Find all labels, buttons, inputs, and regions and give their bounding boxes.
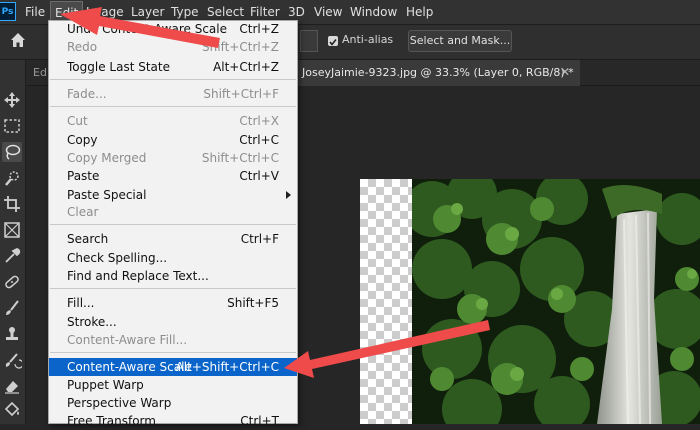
menu-separator (50, 352, 296, 353)
quick-select-icon[interactable] (2, 168, 22, 188)
healing-icon[interactable] (2, 272, 22, 292)
home-icon[interactable] (8, 30, 28, 50)
menu-item-label: Search (67, 232, 109, 246)
photoshop-logo-icon: Ps (0, 2, 16, 21)
menu-item-label: Cut (67, 114, 88, 128)
move-icon[interactable] (2, 90, 22, 110)
menu-item-label: Undo Content-Aware Scale (67, 22, 227, 36)
menu-item-label: Toggle Last State (67, 60, 170, 74)
menu-item-stroke[interactable]: Stroke... (49, 313, 297, 331)
document-tab-inactive[interactable]: Ed (33, 66, 47, 79)
menu-item-label: Free Transform (67, 414, 156, 428)
menu-item-label: Content-Aware Scale (67, 360, 192, 374)
menu-item-clear[interactable]: Clear (49, 203, 297, 221)
menu-file[interactable]: File (25, 0, 45, 24)
menu-item-label: Copy Merged (67, 151, 147, 165)
eyedropper-icon[interactable] (2, 246, 22, 266)
menu-item-shortcut: Ctrl+Z (239, 22, 279, 36)
menu-item-shortcut: Ctrl+V (239, 169, 279, 183)
tab-close-icon[interactable]: ✕ (560, 65, 570, 79)
menu-item-label: Fade... (67, 87, 107, 101)
forest-waterfall-photo (412, 179, 700, 424)
menu-item-shortcut: Shift+F5 (227, 296, 279, 310)
history-brush-icon[interactable] (2, 350, 22, 370)
menu-item-paste-special[interactable]: Paste Special (49, 186, 297, 204)
frame-icon[interactable] (2, 220, 22, 240)
submenu-arrow-icon (286, 191, 291, 199)
menu-item-free-transform[interactable]: Free Transform Ctrl+T (49, 412, 297, 430)
menu-item-label: Puppet Warp (67, 378, 144, 392)
lasso-icon[interactable] (2, 142, 22, 162)
brush-icon[interactable] (2, 298, 22, 318)
menu-item-copy[interactable]: Copy Ctrl+C (49, 131, 297, 149)
menu-item-label: Paste Special (67, 188, 147, 202)
menu-item-find-and-replace-text[interactable]: Find and Replace Text... (49, 267, 297, 285)
checkmark-icon (329, 39, 337, 46)
menu-item-label: Content-Aware Fill... (67, 333, 188, 347)
menu-item-fill[interactable]: Fill... Shift+F5 (49, 294, 297, 312)
menu-item-cut[interactable]: Cut Ctrl+X (49, 112, 297, 130)
menu-item-shortcut: Shift+Ctrl+F (203, 87, 279, 101)
menu-item-puppet-warp[interactable]: Puppet Warp (49, 376, 297, 394)
menu-separator (50, 106, 296, 107)
transparent-area (360, 179, 412, 424)
document-tab-title: JoseyJaimie-9323.jpg @ 33.3% (Layer 0, R… (302, 66, 574, 79)
menu-item-content-aware-fill[interactable]: Content-Aware Fill... (49, 331, 297, 349)
menu-item-shortcut: Ctrl+F (240, 232, 279, 246)
menu-view[interactable]: View (314, 0, 342, 24)
menu-item-label: Check Spelling... (67, 251, 168, 265)
menu-item-perspective-warp[interactable]: Perspective Warp (49, 394, 297, 412)
menu-item-label: Redo (67, 40, 98, 54)
menu-item-fade[interactable]: Fade... Shift+Ctrl+F (49, 85, 297, 103)
eraser-icon[interactable] (2, 376, 22, 396)
menu-item-label: Find and Replace Text... (67, 269, 209, 283)
crop-icon[interactable] (2, 194, 22, 214)
menu-item-shortcut: Shift+Ctrl+C (201, 151, 279, 165)
menu-item-undo-content-aware-scale[interactable]: Undo Content-Aware Scale Ctrl+Z (49, 20, 297, 38)
anti-alias-checkbox[interactable] (328, 36, 338, 46)
menu-separator (50, 79, 296, 80)
menu-item-shortcut: Alt+Shift+Ctrl+C (175, 360, 279, 374)
menu-item-shortcut: Ctrl+T (240, 414, 279, 428)
paint-bucket-icon[interactable] (2, 400, 22, 420)
menu-item-label: Copy (67, 133, 98, 147)
option-field[interactable] (300, 30, 318, 52)
marquee-icon[interactable] (2, 116, 22, 136)
menu-item-label: Paste (67, 169, 100, 183)
menu-item-shortcut: Alt+Ctrl+Z (213, 60, 279, 74)
menu-item-toggle-last-state[interactable]: Toggle Last State Alt+Ctrl+Z (49, 58, 297, 76)
menu-window[interactable]: Window (350, 0, 397, 24)
menu-item-paste[interactable]: Paste Ctrl+V (49, 167, 297, 185)
menu-separator (50, 224, 296, 225)
menu-item-copy-merged[interactable]: Copy Merged Shift+Ctrl+C (49, 149, 297, 167)
menu-item-redo[interactable]: Redo Shift+Ctrl+Z (49, 38, 297, 56)
menu-item-label: Clear (67, 205, 99, 219)
menu-separator (50, 288, 296, 289)
anti-alias-label: Anti-alias (342, 33, 394, 46)
menu-item-shortcut: Ctrl+C (239, 133, 279, 147)
menu-item-content-aware-scale[interactable]: Content-Aware Scale Alt+Shift+Ctrl+C (49, 358, 297, 376)
menu-item-search[interactable]: Search Ctrl+F (49, 230, 297, 248)
menu-item-label: Stroke... (67, 315, 117, 329)
tool-panel (0, 60, 26, 424)
menu-item-check-spelling[interactable]: Check Spelling... (49, 249, 297, 267)
menu-item-shortcut: Shift+Ctrl+Z (202, 40, 279, 54)
stamp-icon[interactable] (2, 324, 22, 344)
menu-item-label: Fill... (67, 296, 95, 310)
menu-item-label: Perspective Warp (67, 396, 172, 410)
menu-item-shortcut: Ctrl+X (239, 114, 279, 128)
select-and-mask-button[interactable]: Select and Mask... (408, 30, 512, 52)
menu-help[interactable]: Help (406, 0, 433, 24)
